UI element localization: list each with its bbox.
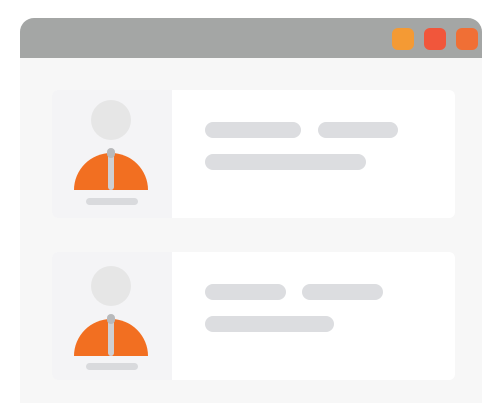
avatar-caption-placeholder bbox=[86, 363, 138, 370]
text-placeholder-line bbox=[302, 284, 383, 300]
text-placeholder-line bbox=[205, 284, 286, 300]
profile-card-media bbox=[52, 90, 172, 218]
window-button-close-icon[interactable] bbox=[456, 28, 478, 50]
text-placeholder-line bbox=[205, 122, 301, 138]
text-placeholder-line bbox=[205, 154, 366, 170]
text-placeholder-line bbox=[205, 316, 334, 332]
avatar-caption-placeholder bbox=[86, 198, 138, 205]
profile-card-media bbox=[52, 252, 172, 380]
user-avatar-icon bbox=[74, 266, 148, 356]
window-button-maximize-icon[interactable] bbox=[424, 28, 446, 50]
app-window bbox=[20, 18, 482, 403]
text-placeholder-line bbox=[318, 122, 398, 138]
window-button-minimize-icon[interactable] bbox=[392, 28, 414, 50]
window-titlebar[interactable] bbox=[20, 18, 482, 58]
profile-card[interactable] bbox=[52, 252, 455, 380]
profile-card[interactable] bbox=[52, 90, 455, 218]
